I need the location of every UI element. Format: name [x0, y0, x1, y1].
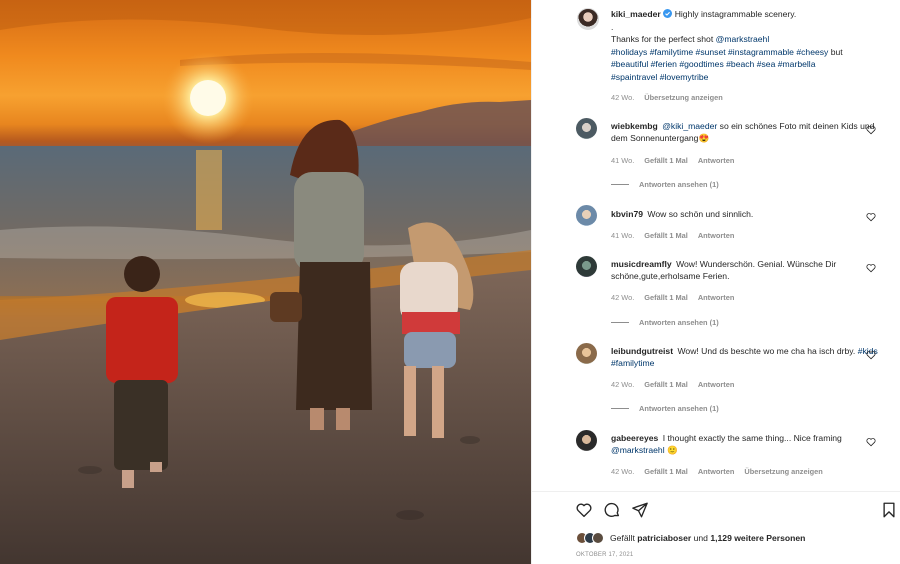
like-heart-icon[interactable] — [575, 501, 593, 519]
caption-dot: . — [611, 21, 614, 32]
liked-prefix: Gefällt — [610, 533, 635, 543]
comment-meta: 42 Wo. Gefällt 1 Mal Antworten — [611, 380, 744, 389]
comment-likes[interactable]: Gefällt 1 Mal — [644, 467, 688, 476]
comment-time[interactable]: 41 Wo. — [611, 156, 634, 165]
liker-avatars — [576, 532, 604, 544]
heart-icon[interactable] — [866, 437, 876, 447]
liked-and: und — [693, 533, 708, 543]
view-replies-button[interactable]: Antworten ansehen (1) — [611, 404, 719, 413]
comment-time[interactable]: 42 Wo. — [611, 380, 634, 389]
liked-user[interactable]: patriciaboser — [637, 533, 691, 543]
commenter-avatar[interactable] — [576, 118, 597, 139]
comment-icon[interactable] — [603, 501, 621, 519]
view-replies-button[interactable]: Antworten ansehen (1) — [611, 318, 719, 327]
reply-button[interactable]: Antworten — [698, 293, 735, 302]
comment-username[interactable]: leibundgutreist — [611, 346, 673, 356]
comment-text: leibundgutreist Wow! Und ds beschte wo m… — [611, 345, 886, 369]
comment-username[interactable]: wiebkembg — [611, 121, 658, 131]
view-replies-label: Antworten ansehen (1) — [639, 404, 719, 413]
comment-body: Wow! Und ds beschte wo me cha ha isch dr… — [677, 346, 856, 356]
comment-likes[interactable]: Gefällt 1 Mal — [644, 380, 688, 389]
reply-button[interactable]: Antworten — [698, 467, 735, 476]
share-icon[interactable] — [631, 501, 649, 519]
likes-summary: Gefällt patriciaboser und 1,129 weitere … — [576, 532, 805, 544]
post-caption: kiki_maeder Highly instagrammable scenery… — [611, 8, 881, 105]
caption-time[interactable]: 42 Wo. — [611, 93, 634, 102]
caption-but: but — [830, 46, 843, 57]
comment-meta: 41 Wo. Gefällt 1 Mal Antworten — [611, 231, 744, 240]
translate-button[interactable]: Übersetzung anzeigen — [744, 467, 822, 476]
action-bar: Gefällt patriciaboser und 1,129 weitere … — [532, 491, 900, 564]
caption-thanks: Thanks for the perfect shot — [611, 34, 714, 44]
view-replies-button[interactable]: Antworten ansehen (1) — [611, 180, 719, 189]
comment-meta: 42 Wo. Gefällt 1 Mal Antworten Übersetzung … — [611, 467, 833, 476]
commenter-avatar[interactable] — [576, 343, 597, 364]
comment-mention[interactable]: @markstraehl — [611, 445, 665, 455]
view-replies-label: Antworten ansehen (1) — [639, 180, 719, 189]
heart-icon[interactable] — [866, 212, 876, 222]
verified-badge-icon — [662, 9, 672, 18]
reply-button[interactable]: Antworten — [698, 380, 735, 389]
comment-username[interactable]: kbvin79 — [611, 209, 643, 219]
comment-text: musicdreamfly Wow! Wunderschön. Genial. … — [611, 258, 886, 282]
heart-icon[interactable] — [866, 125, 876, 135]
liker-avatar[interactable] — [592, 532, 604, 544]
heart-icon[interactable] — [866, 350, 876, 360]
reply-button[interactable]: Antworten — [698, 156, 735, 165]
comment-likes[interactable]: Gefällt 1 Mal — [644, 231, 688, 240]
heart-icon[interactable] — [866, 263, 876, 273]
comment-meta: 42 Wo. Gefällt 1 Mal Antworten — [611, 293, 744, 302]
view-replies-label: Antworten ansehen (1) — [639, 318, 719, 327]
reply-button[interactable]: Antworten — [698, 231, 735, 240]
comment-mention[interactable]: @kiki_maeder — [662, 121, 717, 131]
bookmark-icon[interactable] — [880, 501, 898, 519]
comment-username[interactable]: musicdreamfly — [611, 259, 672, 269]
comment-body: I thought exactly the same thing... Nice… — [662, 433, 842, 443]
comment-meta: 41 Wo. Gefällt 1 Mal Antworten — [611, 156, 744, 165]
caption-hashtags-2[interactable]: #beautiful #ferien #goodtimes #beach #se… — [611, 59, 815, 69]
comment-text: gabeereyes I thought exactly the same th… — [611, 432, 886, 456]
owner-avatar[interactable] — [577, 8, 599, 30]
caption-lead: Highly instagrammable scenery. — [674, 9, 797, 19]
comment-emoji: 🙂 — [667, 445, 678, 455]
caption-mention[interactable]: @markstraehl — [716, 34, 770, 44]
comment-text: kbvin79 Wow so schön und sinnlich. — [611, 208, 886, 220]
caption-hashtags-1[interactable]: #holidays #familytime #sunset #instagram… — [611, 47, 828, 57]
comment-likes[interactable]: Gefällt 1 Mal — [644, 293, 688, 302]
comment-body: Wow so schön und sinnlich. — [647, 209, 754, 219]
post-date[interactable]: OKTOBER 17, 2021 — [576, 552, 633, 558]
caption-meta: 42 Wo. Übersetzung anzeigen — [611, 92, 881, 105]
post-photo[interactable] — [0, 0, 531, 564]
post-sidebar: kiki_maeder Highly instagrammable scenery… — [531, 0, 900, 564]
comment-time[interactable]: 42 Wo. — [611, 293, 634, 302]
caption-hashtags-3[interactable]: #spaintravel #lovemytribe — [611, 72, 708, 82]
caption-translate[interactable]: Übersetzung anzeigen — [644, 93, 722, 102]
comment-time[interactable]: 42 Wo. — [611, 467, 634, 476]
owner-username[interactable]: kiki_maeder — [611, 9, 661, 19]
commenter-avatar[interactable] — [576, 205, 597, 226]
comment-likes[interactable]: Gefällt 1 Mal — [644, 156, 688, 165]
comment-time[interactable]: 41 Wo. — [611, 231, 634, 240]
commenter-avatar[interactable] — [576, 256, 597, 277]
comment-username[interactable]: gabeereyes — [611, 433, 658, 443]
commenter-avatar[interactable] — [576, 430, 597, 451]
liked-others[interactable]: 1,129 weitere Personen — [710, 533, 805, 543]
sunset-beach-image — [0, 0, 531, 564]
comment-text: wiebkembg @kiki_maeder so ein schönes Fo… — [611, 120, 886, 144]
